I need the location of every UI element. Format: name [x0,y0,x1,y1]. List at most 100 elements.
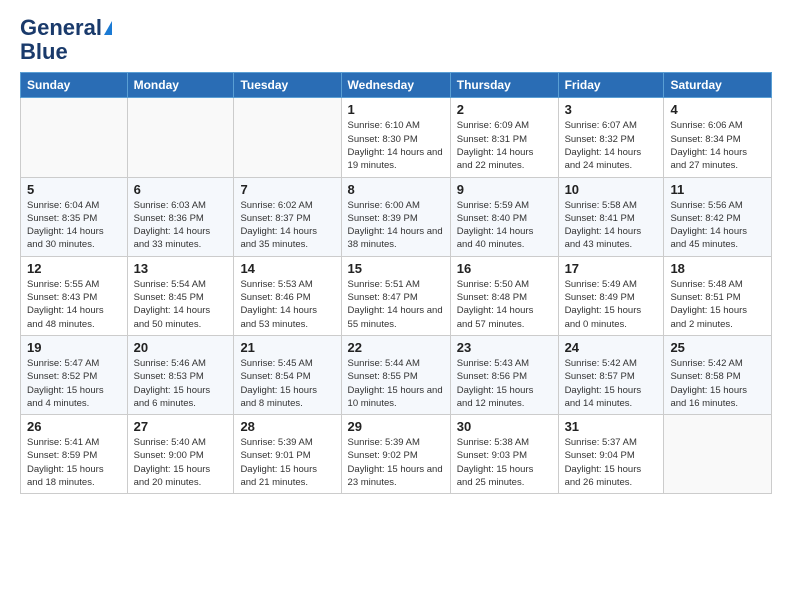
day-info: Sunrise: 5:56 AMSunset: 8:42 PMDaylight:… [670,199,765,252]
day-cell: 20 Sunrise: 5:46 AMSunset: 8:53 PMDayligh… [127,335,234,414]
day-info: Sunrise: 5:47 AMSunset: 8:52 PMDaylight:… [27,357,121,410]
day-number: 8 [348,182,444,197]
day-info: Sunrise: 5:41 AMSunset: 8:59 PMDaylight:… [27,436,121,489]
day-number: 21 [240,340,334,355]
day-number: 3 [565,102,658,117]
calendar-table: SundayMondayTuesdayWednesdayThursdayFrid… [20,72,772,494]
day-number: 11 [670,182,765,197]
day-cell: 8 Sunrise: 6:00 AMSunset: 8:39 PMDaylight… [341,177,450,256]
day-number: 23 [457,340,552,355]
day-info: Sunrise: 5:38 AMSunset: 9:03 PMDaylight:… [457,436,552,489]
day-cell [21,98,128,177]
day-cell [664,415,772,494]
week-row-5: 26 Sunrise: 5:41 AMSunset: 8:59 PMDayligh… [21,415,772,494]
calendar-wrapper: SundayMondayTuesdayWednesdayThursdayFrid… [0,72,792,504]
day-info: Sunrise: 5:45 AMSunset: 8:54 PMDaylight:… [240,357,334,410]
day-cell: 30 Sunrise: 5:38 AMSunset: 9:03 PMDayligh… [450,415,558,494]
week-row-3: 12Sunrise: 5:55 AMSunset: 8:43 PMDayligh… [21,256,772,335]
day-info: Sunrise: 6:00 AMSunset: 8:39 PMDaylight:… [348,199,444,252]
day-info: Sunrise: 6:03 AMSunset: 8:36 PMDaylight:… [134,199,228,252]
day-info: Sunrise: 5:59 AMSunset: 8:40 PMDaylight:… [457,199,552,252]
weekday-header-wednesday: Wednesday [341,73,450,98]
day-number: 29 [348,419,444,434]
day-number: 2 [457,102,552,117]
weekday-header-row: SundayMondayTuesdayWednesdayThursdayFrid… [21,73,772,98]
logo-triangle-icon [104,21,112,35]
day-cell: 14 Sunrise: 5:53 AMSunset: 8:46 PMDayligh… [234,256,341,335]
day-number: 1 [348,102,444,117]
week-row-2: 5Sunrise: 6:04 AMSunset: 8:35 PMDaylight… [21,177,772,256]
day-number: 15 [348,261,444,276]
day-cell: 17 Sunrise: 5:49 AMSunset: 8:49 PMDayligh… [558,256,664,335]
day-cell: 1 Sunrise: 6:10 AMSunset: 8:30 PMDaylight… [341,98,450,177]
day-info: Sunrise: 6:10 AMSunset: 8:30 PMDaylight:… [348,119,444,172]
day-info: Sunrise: 6:02 AMSunset: 8:37 PMDaylight:… [240,199,334,252]
week-row-4: 19 Sunrise: 5:47 AMSunset: 8:52 PMDayligh… [21,335,772,414]
day-cell: 22 Sunrise: 5:44 AMSunset: 8:55 PMDayligh… [341,335,450,414]
day-info: Sunrise: 5:58 AMSunset: 8:41 PMDaylight:… [565,199,658,252]
day-cell [127,98,234,177]
day-cell: 10 Sunrise: 5:58 AMSunset: 8:41 PMDayligh… [558,177,664,256]
week-row-1: 1 Sunrise: 6:10 AMSunset: 8:30 PMDaylight… [21,98,772,177]
day-info: Sunrise: 5:42 AMSunset: 8:58 PMDaylight:… [670,357,765,410]
weekday-header-sunday: Sunday [21,73,128,98]
day-number: 20 [134,340,228,355]
day-info: Sunrise: 5:39 AMSunset: 9:01 PMDaylight:… [240,436,334,489]
day-number: 10 [565,182,658,197]
day-info: Sunrise: 5:53 AMSunset: 8:46 PMDaylight:… [240,278,334,331]
day-cell: 15Sunrise: 5:51 AMSunset: 8:47 PMDayligh… [341,256,450,335]
day-cell: 23Sunrise: 5:43 AMSunset: 8:56 PMDayligh… [450,335,558,414]
day-cell: 5Sunrise: 6:04 AMSunset: 8:35 PMDaylight… [21,177,128,256]
day-cell: 4Sunrise: 6:06 AMSunset: 8:34 PMDaylight… [664,98,772,177]
day-cell: 27 Sunrise: 5:40 AMSunset: 9:00 PMDayligh… [127,415,234,494]
day-cell: 11 Sunrise: 5:56 AMSunset: 8:42 PMDayligh… [664,177,772,256]
day-cell: 28Sunrise: 5:39 AMSunset: 9:01 PMDayligh… [234,415,341,494]
day-info: Sunrise: 5:39 AMSunset: 9:02 PMDaylight:… [348,436,444,489]
day-cell: 12Sunrise: 5:55 AMSunset: 8:43 PMDayligh… [21,256,128,335]
day-number: 27 [134,419,228,434]
day-cell: 9Sunrise: 5:59 AMSunset: 8:40 PMDaylight… [450,177,558,256]
day-cell: 26 Sunrise: 5:41 AMSunset: 8:59 PMDayligh… [21,415,128,494]
day-cell: 25 Sunrise: 5:42 AMSunset: 8:58 PMDayligh… [664,335,772,414]
weekday-header-saturday: Saturday [664,73,772,98]
day-number: 31 [565,419,658,434]
day-cell: 19 Sunrise: 5:47 AMSunset: 8:52 PMDayligh… [21,335,128,414]
day-cell: 3Sunrise: 6:07 AMSunset: 8:32 PMDaylight… [558,98,664,177]
day-number: 24 [565,340,658,355]
weekday-header-tuesday: Tuesday [234,73,341,98]
day-number: 22 [348,340,444,355]
day-info: Sunrise: 6:04 AMSunset: 8:35 PMDaylight:… [27,199,121,252]
day-number: 14 [240,261,334,276]
day-cell: 18Sunrise: 5:48 AMSunset: 8:51 PMDayligh… [664,256,772,335]
day-number: 4 [670,102,765,117]
day-info: Sunrise: 5:44 AMSunset: 8:55 PMDaylight:… [348,357,444,410]
day-cell: 31Sunrise: 5:37 AMSunset: 9:04 PMDayligh… [558,415,664,494]
day-number: 16 [457,261,552,276]
day-cell: 13 Sunrise: 5:54 AMSunset: 8:45 PMDayligh… [127,256,234,335]
day-cell: 6Sunrise: 6:03 AMSunset: 8:36 PMDaylight… [127,177,234,256]
day-number: 17 [565,261,658,276]
day-info: Sunrise: 5:42 AMSunset: 8:57 PMDaylight:… [565,357,658,410]
weekday-header-monday: Monday [127,73,234,98]
day-info: Sunrise: 5:55 AMSunset: 8:43 PMDaylight:… [27,278,121,331]
day-cell: 16 Sunrise: 5:50 AMSunset: 8:48 PMDayligh… [450,256,558,335]
day-number: 19 [27,340,121,355]
day-info: Sunrise: 5:49 AMSunset: 8:49 PMDaylight:… [565,278,658,331]
day-cell: 2Sunrise: 6:09 AMSunset: 8:31 PMDaylight… [450,98,558,177]
day-number: 26 [27,419,121,434]
day-number: 18 [670,261,765,276]
day-info: Sunrise: 5:50 AMSunset: 8:48 PMDaylight:… [457,278,552,331]
day-cell: 24 Sunrise: 5:42 AMSunset: 8:57 PMDayligh… [558,335,664,414]
day-number: 13 [134,261,228,276]
weekday-header-thursday: Thursday [450,73,558,98]
day-info: Sunrise: 5:54 AMSunset: 8:45 PMDaylight:… [134,278,228,331]
day-cell: 21 Sunrise: 5:45 AMSunset: 8:54 PMDayligh… [234,335,341,414]
logo-blue: Blue [20,40,68,64]
day-number: 25 [670,340,765,355]
page-header: General Blue [0,0,792,72]
day-info: Sunrise: 5:46 AMSunset: 8:53 PMDaylight:… [134,357,228,410]
day-info: Sunrise: 5:40 AMSunset: 9:00 PMDaylight:… [134,436,228,489]
day-cell: 7Sunrise: 6:02 AMSunset: 8:37 PMDaylight… [234,177,341,256]
day-number: 30 [457,419,552,434]
day-cell [234,98,341,177]
